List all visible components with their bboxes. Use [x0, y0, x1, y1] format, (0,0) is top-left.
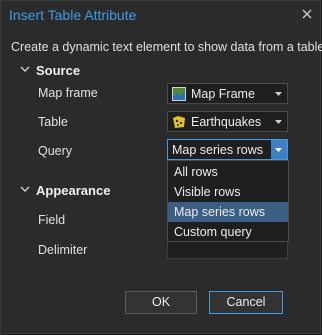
- chevron-down-icon: [20, 186, 30, 192]
- map-frame-value: Map Frame: [191, 87, 255, 101]
- query-option[interactable]: Visible rows: [168, 182, 288, 202]
- field-label: Field: [38, 213, 66, 227]
- query-value: Map series rows: [172, 143, 263, 157]
- appearance-heading: Appearance: [36, 183, 111, 198]
- delimiter-label: Delimiter: [38, 243, 88, 257]
- map-frame-icon: [172, 87, 186, 101]
- chevron-down-icon: [275, 148, 282, 152]
- query-dropdown-button[interactable]: [271, 140, 287, 159]
- dialog-description: Create a dynamic text element to show da…: [11, 40, 322, 54]
- delimiter-input[interactable]: [167, 240, 288, 259]
- appearance-section-header[interactable]: Appearance: [20, 183, 110, 198]
- table-label: Table: [38, 115, 68, 129]
- query-dropdown[interactable]: Map series rows: [167, 139, 288, 160]
- title-bar: Insert Table Attribute: [1, 1, 320, 29]
- table-value: Earthquakes: [191, 115, 262, 129]
- table-dropdown[interactable]: Earthquakes: [167, 111, 288, 132]
- dialog-title: Insert Table Attribute: [9, 7, 137, 23]
- source-heading: Source: [36, 63, 81, 78]
- query-label: Query: [38, 144, 73, 158]
- ok-button[interactable]: OK: [125, 291, 197, 314]
- chevron-down-icon: [275, 120, 282, 124]
- map-frame-dropdown[interactable]: Map Frame: [167, 83, 288, 104]
- query-option-selected[interactable]: Map series rows: [168, 202, 288, 222]
- cancel-button[interactable]: Cancel: [209, 291, 283, 314]
- source-section-header[interactable]: Source: [20, 63, 80, 78]
- query-option[interactable]: Custom query: [168, 222, 288, 242]
- insert-table-attribute-dialog: Insert Table Attribute Create a dynamic …: [0, 0, 322, 334]
- close-icon[interactable]: [298, 5, 316, 23]
- chevron-down-icon: [20, 66, 30, 72]
- query-option[interactable]: All rows: [168, 162, 288, 182]
- query-options-list: All rows Visible rows Map series rows Cu…: [167, 160, 289, 242]
- map-frame-label: Map frame: [38, 86, 98, 100]
- polygon-layer-icon: [173, 116, 185, 128]
- chevron-down-icon: [275, 92, 282, 96]
